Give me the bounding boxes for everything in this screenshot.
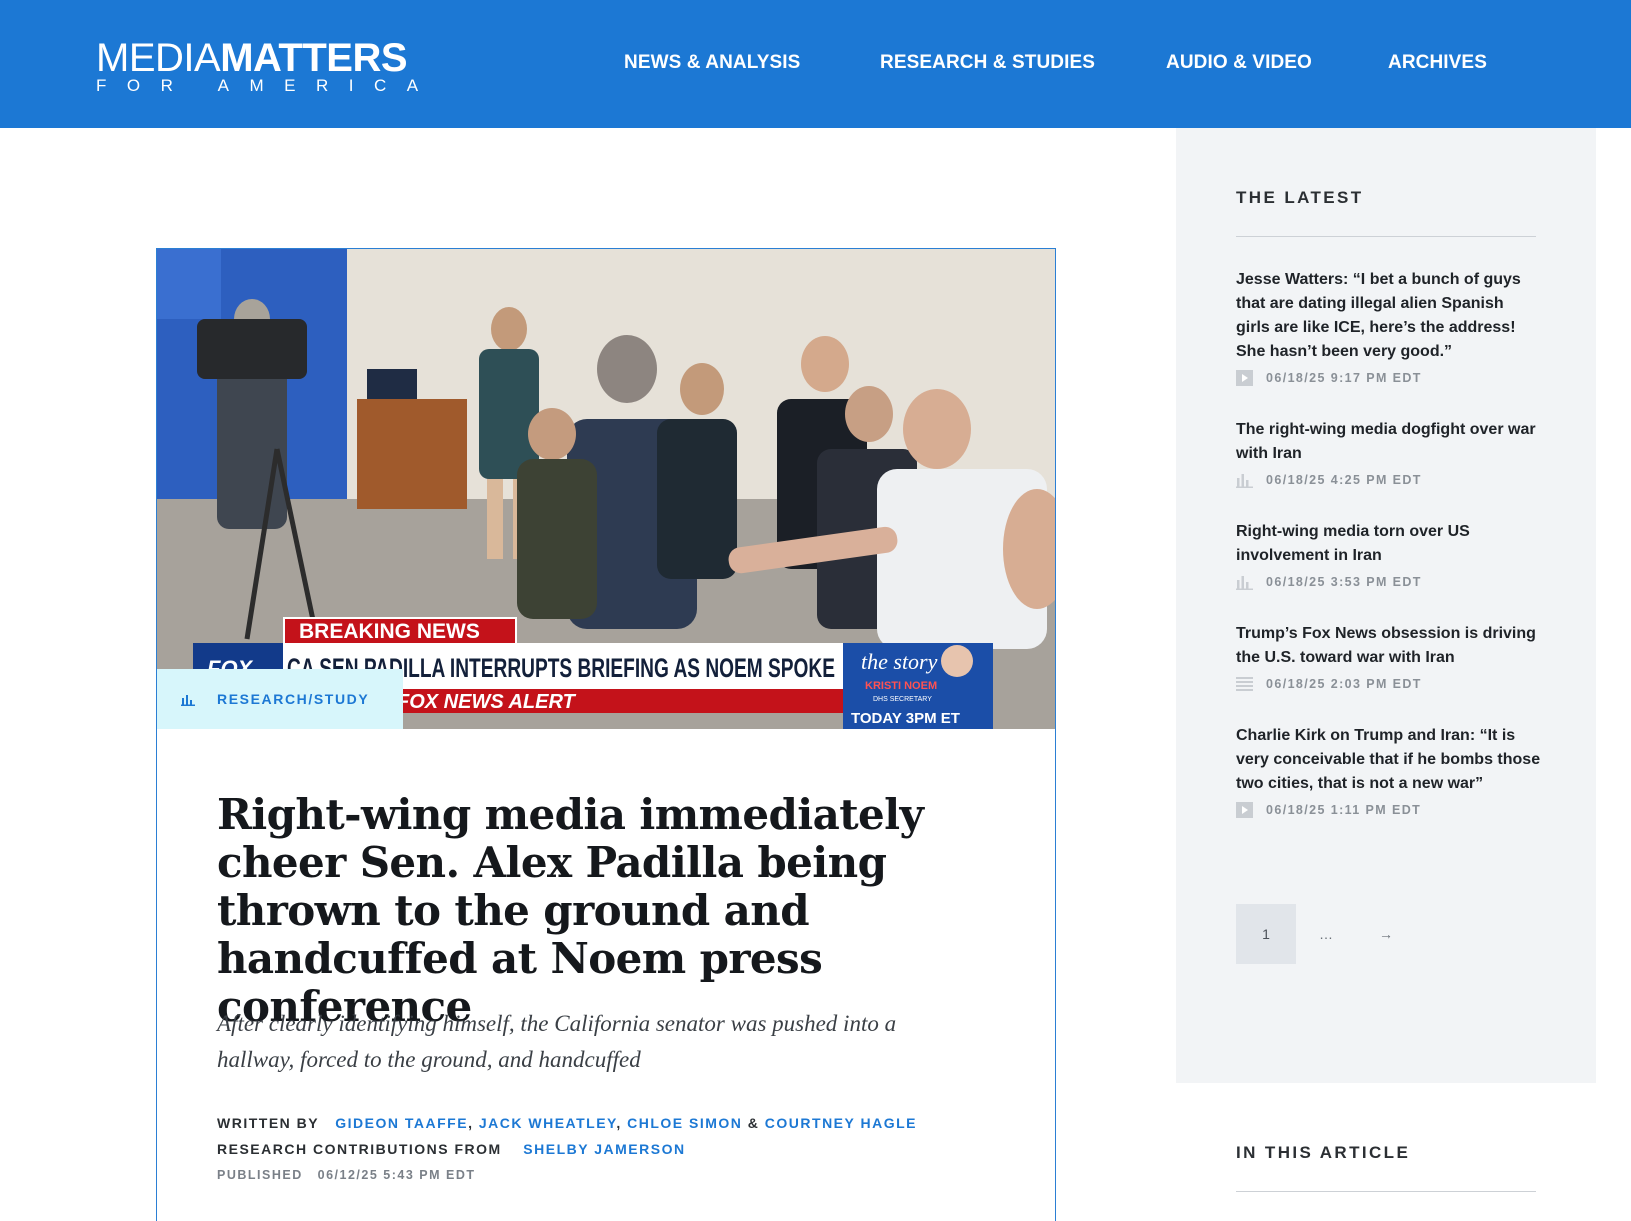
- video-play-icon: [1236, 802, 1253, 818]
- author-link[interactable]: GIDEON TAAFFE: [335, 1115, 468, 1131]
- next-page-arrow-icon[interactable]: →: [1356, 904, 1416, 964]
- latest-item[interactable]: Charlie Kirk on Trump and Iran: “It is v…: [1236, 724, 1541, 819]
- latest-item-date: 06/18/25 2:03 PM EDT: [1266, 677, 1422, 691]
- bar-chart-icon: [1236, 474, 1253, 488]
- latest-item[interactable]: Trump’s Fox News obsession is driving th…: [1236, 622, 1541, 693]
- nav-audio-video[interactable]: AUDIO & VIDEO: [1166, 52, 1312, 74]
- bar-chart-icon: [181, 695, 195, 706]
- pagination-ellipsis: …: [1319, 926, 1333, 942]
- logo-wordmark: MEDIAMATTERS: [96, 38, 439, 78]
- latest-item-date: 06/18/25 3:53 PM EDT: [1266, 575, 1422, 589]
- nav-archives[interactable]: ARCHIVES: [1388, 52, 1487, 74]
- bar-chart-icon: [1236, 576, 1253, 590]
- latest-item[interactable]: The right-wing media dogfight over war w…: [1236, 418, 1541, 489]
- article-type-label: RESEARCH/STUDY: [217, 691, 370, 707]
- latest-item-meta: 06/18/25 4:25 PM EDT: [1236, 471, 1541, 489]
- logo-word-media: MEDIA: [96, 36, 221, 80]
- latest-item-meta: 06/18/25 2:03 PM EDT: [1236, 675, 1541, 693]
- latest-item-title[interactable]: Charlie Kirk on Trump and Iran: “It is v…: [1236, 724, 1541, 796]
- chyron-alert: FOX NEWS ALERT: [397, 691, 577, 713]
- latest-item-date: 06/18/25 1:11 PM EDT: [1266, 803, 1422, 817]
- featured-article-card[interactable]: BREAKING NEWS CA SEN PADILLA INTERRUPTS …: [156, 248, 1056, 1221]
- byline-authors: WRITTEN BY GIDEON TAAFFE, JACK WHEATLEY,…: [217, 1115, 917, 1131]
- latest-item-meta: 06/18/25 1:11 PM EDT: [1236, 801, 1541, 819]
- chyron-show-name: the story: [861, 649, 938, 674]
- sidebar-heading: THE LATEST: [1236, 188, 1364, 207]
- author-separator: ,: [616, 1115, 622, 1131]
- hero-photo-press-conference: BREAKING NEWS CA SEN PADILLA INTERRUPTS …: [157, 249, 1055, 729]
- byline-contributors: RESEARCH CONTRIBUTIONS FROM SHELBY JAMER…: [217, 1141, 686, 1157]
- chyron-guest-title: DHS SECRETARY: [873, 696, 932, 703]
- latest-item-title[interactable]: Trump’s Fox News obsession is driving th…: [1236, 622, 1541, 670]
- chyron-guest-name: KRISTI NOEM: [865, 680, 937, 692]
- contributor-link[interactable]: SHELBY JAMERSON: [523, 1141, 685, 1157]
- latest-item[interactable]: Right-wing media torn over US involvemen…: [1236, 520, 1541, 591]
- chyron-breaking-label: BREAKING NEWS: [299, 620, 480, 643]
- author-link[interactable]: CHLOE SIMON: [627, 1115, 742, 1131]
- chyron-show-time: TODAY 3PM ET: [851, 710, 960, 727]
- author-link[interactable]: JACK WHEATLEY: [479, 1115, 616, 1131]
- in-this-article-divider: [1236, 1191, 1536, 1192]
- published-label: PUBLISHED: [217, 1168, 303, 1182]
- nav-research-studies[interactable]: RESEARCH & STUDIES: [880, 52, 1095, 74]
- latest-item-meta: 06/18/25 9:17 PM EDT: [1236, 369, 1541, 387]
- video-play-icon: [1236, 370, 1253, 386]
- site-header: MEDIAMATTERS FOR AMERICA NEWS & ANALYSIS…: [0, 0, 1631, 128]
- hero-image[interactable]: BREAKING NEWS CA SEN PADILLA INTERRUPTS …: [157, 249, 1055, 729]
- author-link[interactable]: COURTNEY HAGLE: [765, 1115, 917, 1131]
- article-lines-icon: [1236, 677, 1253, 691]
- site-logo[interactable]: MEDIAMATTERS FOR AMERICA: [96, 38, 439, 95]
- in-this-article-heading: IN THIS ARTICLE: [1236, 1143, 1411, 1162]
- article-type-tag[interactable]: RESEARCH/STUDY: [157, 669, 403, 729]
- latest-item-title[interactable]: Right-wing media torn over US involvemen…: [1236, 520, 1541, 568]
- sidebar-divider: [1236, 236, 1536, 237]
- page-1-button[interactable]: 1: [1236, 904, 1296, 964]
- latest-item-title[interactable]: The right-wing media dogfight over war w…: [1236, 418, 1541, 466]
- author-separator: ,: [468, 1115, 474, 1131]
- logo-word-matters: MATTERS: [220, 36, 408, 80]
- latest-item[interactable]: Jesse Watters: “I bet a bunch of guys th…: [1236, 268, 1541, 387]
- nav-news-analysis[interactable]: NEWS & ANALYSIS: [624, 52, 800, 74]
- latest-item-date: 06/18/25 9:17 PM EDT: [1266, 371, 1422, 385]
- sidebar-latest: THE LATEST Jesse Watters: “I bet a bunch…: [1176, 128, 1596, 1083]
- written-by-label: WRITTEN BY: [217, 1115, 320, 1131]
- logo-tagline: FOR AMERICA: [96, 76, 439, 95]
- latest-item-meta: 06/18/25 3:53 PM EDT: [1236, 573, 1541, 591]
- latest-item-date: 06/18/25 4:25 PM EDT: [1266, 473, 1422, 487]
- article-subhead: After clearly identifying himself, the C…: [217, 1011, 897, 1072]
- byline-published: PUBLISHED 06/12/25 5:43 PM EDT: [217, 1168, 476, 1182]
- contributions-label: RESEARCH CONTRIBUTIONS FROM: [217, 1141, 502, 1157]
- author-and: &: [747, 1115, 760, 1131]
- latest-item-title[interactable]: Jesse Watters: “I bet a bunch of guys th…: [1236, 268, 1541, 364]
- article-headline[interactable]: Right-wing media immediately cheer Sen. …: [217, 791, 1017, 1031]
- published-date: 06/12/25 5:43 PM EDT: [317, 1168, 476, 1182]
